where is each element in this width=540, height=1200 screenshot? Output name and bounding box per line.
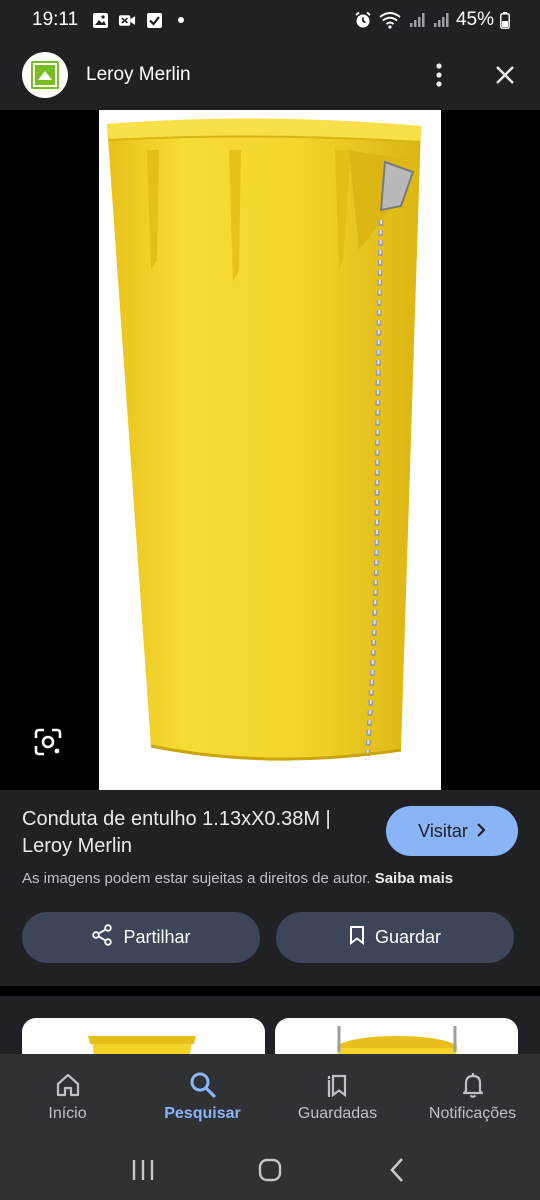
status-right: 45% (354, 9, 510, 31)
search-icon (189, 1071, 217, 1099)
save-button[interactable]: Guardar (276, 912, 514, 963)
share-button[interactable]: Partilhar (22, 912, 260, 963)
copyright-notice: As imagens podem estar sujeitas a direit… (22, 870, 453, 887)
nav-home[interactable]: Início (0, 1054, 135, 1140)
nav-notifications-label: Notificações (428, 1105, 517, 1122)
bookmarks-icon (324, 1071, 352, 1099)
notification-dot-icon (172, 11, 190, 29)
share-button-label: Partilhar (123, 927, 191, 947)
visit-button[interactable]: Visitar (386, 806, 518, 856)
chevron-right-icon (476, 821, 486, 842)
rubble-chute-illustration (107, 118, 421, 761)
recent-apps-icon[interactable] (123, 1150, 163, 1190)
back-icon[interactable] (377, 1150, 417, 1190)
copyright-text: As imagens podem estar sujeitas a direit… (22, 870, 371, 887)
battery-level: 45% (455, 9, 494, 30)
bookmark-icon (349, 925, 365, 950)
site-logo (22, 52, 68, 98)
visit-button-label: Visitar (418, 820, 468, 841)
nav-saved[interactable]: Guardadas (270, 1054, 405, 1140)
source-header: Leroy Merlin (0, 40, 540, 110)
leroy-merlin-logo-icon (31, 61, 59, 89)
result-info-panel: Conduta de entulho 1.13xX0.38M | Leroy M… (0, 790, 540, 986)
nav-search-label: Pesquisar (164, 1105, 241, 1122)
nav-saved-label: Guardadas (297, 1105, 378, 1122)
status-time: 19:11 (32, 9, 79, 30)
bell-icon (459, 1071, 487, 1099)
close-icon[interactable] (492, 62, 518, 88)
battery-icon (500, 11, 510, 29)
product-image[interactable] (99, 110, 441, 790)
video-call-icon (118, 11, 136, 29)
bottom-navigation: Início Pesquisar Guardadas Notificações (0, 1054, 540, 1140)
yellow-container-thumbnail (88, 1036, 196, 1054)
related-image-1[interactable] (22, 1018, 265, 1054)
google-lens-icon[interactable] (32, 726, 64, 758)
task-check-icon (145, 11, 163, 29)
image-viewer (0, 110, 540, 790)
wifi-icon (378, 11, 402, 29)
signal-icon-2 (432, 11, 450, 29)
result-title[interactable]: Conduta de entulho 1.13xX0.38M | Leroy M… (22, 806, 372, 860)
related-panel (0, 996, 540, 1054)
home-icon (54, 1071, 82, 1099)
share-icon (91, 924, 113, 951)
learn-more-link[interactable]: Saiba mais (375, 870, 453, 887)
alarm-icon (354, 11, 372, 29)
nav-notifications[interactable]: Notificações (405, 1054, 540, 1140)
signal-icon-1 (408, 11, 426, 29)
related-results (0, 986, 540, 1054)
yellow-chute-thumbnail (337, 1026, 457, 1054)
site-name: Leroy Merlin (86, 64, 191, 85)
status-bar: 19:11 45% (0, 0, 540, 40)
header-actions (426, 62, 518, 88)
system-navigation (0, 1140, 540, 1200)
home-button-icon[interactable] (250, 1150, 290, 1190)
gallery-icon (91, 11, 109, 29)
status-left: 19:11 (32, 9, 190, 31)
related-image-2[interactable] (275, 1018, 518, 1054)
nav-search[interactable]: Pesquisar (135, 1054, 270, 1140)
nav-home-label: Início (48, 1105, 87, 1122)
more-options-icon[interactable] (426, 62, 452, 88)
save-button-label: Guardar (374, 927, 442, 947)
